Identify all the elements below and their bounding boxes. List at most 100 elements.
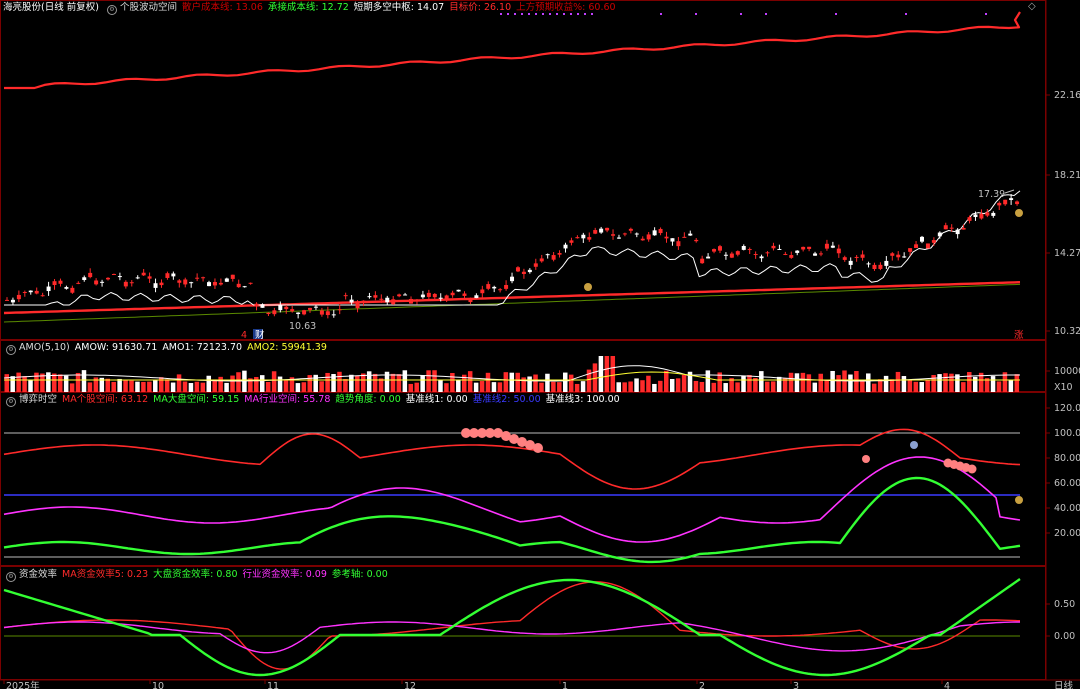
volume-bar	[319, 381, 324, 392]
volume-bar	[669, 379, 675, 392]
volume-bar	[16, 372, 21, 392]
volume-bar	[153, 380, 158, 392]
volume-bar	[343, 379, 348, 392]
candle-body	[361, 300, 366, 302]
indicator-name[interactable]: 个股波动空间	[120, 2, 177, 13]
candle-body	[628, 228, 633, 231]
candle-body	[34, 290, 39, 294]
candle-body	[58, 280, 63, 284]
volume-bar	[432, 370, 437, 392]
volume-bar	[580, 381, 586, 392]
volume-bar	[402, 370, 408, 392]
amo-values: AMOW: 91630.71 AMO1: 72123.70 AMO2: 59941.…	[75, 342, 332, 353]
volume-bar	[87, 382, 93, 392]
volume-bar	[937, 374, 942, 392]
candle-body	[759, 256, 764, 259]
volume-bar	[295, 383, 301, 392]
fund-panel-header: ⚙ 资金效率 MA资金效率5: 0.23 大盘资金效率: 0.80 行业资金效率: 0.…	[3, 568, 398, 582]
bubble-marker	[862, 455, 870, 463]
high-price-pointer	[1004, 189, 1015, 194]
candle-body	[426, 292, 431, 297]
settings-icon[interactable]: ⚙	[6, 572, 16, 582]
volume-bar	[212, 379, 217, 392]
indicator-value-3: 趋势角度: 0.00	[335, 394, 401, 405]
candle-body	[706, 256, 711, 259]
volume-bar	[705, 370, 711, 392]
price-axis-tick-label: 10.32	[1054, 326, 1080, 337]
candle-body	[801, 246, 806, 250]
candle-body	[165, 273, 170, 278]
volume-bar	[723, 383, 728, 392]
volume-bar	[147, 381, 152, 392]
volume-bar	[307, 375, 313, 392]
candle-body	[290, 309, 295, 312]
volume-bar	[182, 381, 188, 392]
volume-bar	[622, 382, 627, 392]
bubble-marker	[533, 443, 543, 453]
candle-body	[539, 258, 544, 262]
candle-body	[106, 277, 111, 280]
candle-body	[848, 260, 853, 265]
target-price-line	[4, 11, 1021, 90]
candle-body	[266, 312, 271, 315]
amo-title[interactable]: AMO(5,10)	[19, 342, 70, 353]
volume-bar	[63, 375, 69, 392]
candle-body	[783, 253, 788, 255]
candle-body	[462, 293, 467, 296]
diamond-icon[interactable]: ◇	[1028, 1, 1038, 12]
volume-bar	[711, 382, 717, 392]
settings-icon[interactable]: ⚙	[6, 345, 16, 355]
candle-body	[700, 258, 705, 264]
bokai-title[interactable]: 博弈时空	[19, 394, 57, 405]
volume-bar	[788, 372, 794, 392]
volume-bar	[1014, 374, 1020, 392]
indicator-value-1: MA大盘空间: 59.15	[153, 394, 240, 405]
volume-bar	[111, 381, 116, 392]
marker-4-text: 4	[241, 330, 247, 341]
volume-bar	[355, 375, 360, 392]
amo-unit-label: X10	[1054, 382, 1073, 393]
candle-body	[480, 289, 485, 294]
shield-icon	[910, 441, 918, 449]
candle-body	[468, 298, 473, 303]
candle-body	[123, 281, 128, 287]
candle-body	[587, 237, 592, 240]
volume-bar	[491, 382, 497, 392]
candle-body	[854, 256, 859, 258]
volume-bar	[467, 371, 473, 392]
candle-body	[813, 253, 818, 256]
bokai-axis-tick-label: 120.00	[1054, 403, 1080, 414]
candle-body	[622, 233, 627, 235]
volume-bar	[206, 375, 212, 392]
candle-body	[284, 306, 289, 310]
candle-body	[533, 263, 538, 267]
indicator-value-0: MA个股空间: 63.12	[62, 394, 149, 405]
candle-body	[967, 217, 972, 221]
candle-body	[836, 248, 841, 254]
candle-body	[878, 264, 883, 269]
volume-bar	[236, 372, 241, 392]
volume-bar	[616, 382, 621, 392]
x-tick-label: 11	[267, 681, 279, 689]
candle-body	[902, 256, 907, 258]
volume-bar	[628, 381, 633, 392]
fund-title[interactable]: 资金效率	[19, 569, 57, 580]
candle-body	[925, 243, 930, 249]
candle-body	[319, 310, 324, 315]
stock-title[interactable]: 海亮股份(日线 前复权)	[3, 2, 99, 13]
indicator-value-2: 短期多空中枢: 14.07	[353, 2, 445, 13]
candle-body	[10, 299, 15, 303]
candle-body	[646, 234, 651, 240]
money-bag-icon	[1015, 209, 1023, 217]
indicator-value-6: 基准线3: 100.00	[545, 394, 620, 405]
candle-body	[302, 310, 307, 315]
volume-bar	[598, 356, 604, 392]
candle-body	[545, 254, 550, 256]
candle-body	[872, 264, 877, 269]
money-bag-icon	[584, 283, 592, 291]
volume-bar	[949, 373, 954, 392]
candle-body	[712, 249, 717, 252]
candle-body	[367, 296, 372, 298]
settings-icon[interactable]: ⚙	[6, 397, 16, 407]
settings-icon[interactable]: ⚙	[106, 5, 117, 15]
